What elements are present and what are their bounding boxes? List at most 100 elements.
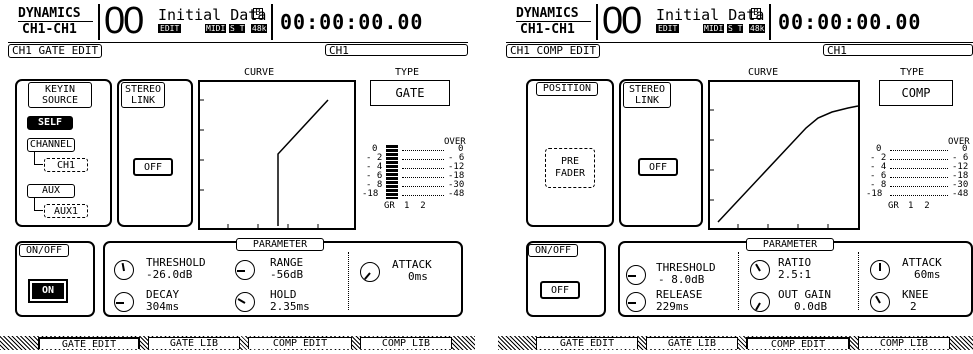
curve-graph (708, 80, 860, 230)
parameter-title: PARAMETER (236, 238, 324, 251)
channel-name-text: CH1 (827, 44, 847, 57)
meter-dots-2 (890, 159, 948, 160)
type-label: TYPE (900, 67, 925, 78)
tab-comp-lib[interactable]: COMP LIB (858, 337, 950, 349)
release-label: RELEASE (656, 288, 703, 301)
range-label: RANGE (270, 256, 304, 269)
release-knob[interactable] (626, 292, 646, 312)
header-rule (506, 42, 973, 43)
meter-dots-5 (402, 186, 444, 187)
onoff-button[interactable]: ON (28, 279, 68, 303)
onoff-button-face: ON (32, 283, 64, 299)
meter-scale-18: -18 (866, 189, 883, 199)
edit-badge: EDIT (656, 24, 680, 33)
threshold-knob[interactable] (114, 260, 134, 280)
threshold-label: THRESHOLD (656, 261, 716, 274)
hold-label: HOLD (270, 288, 297, 301)
tab-gate-lib[interactable]: GATE LIB (148, 337, 240, 349)
meter-scale-18: -18 (362, 189, 379, 199)
type-label: TYPE (395, 67, 420, 78)
stereo-link-button[interactable]: OFF (638, 158, 678, 176)
tab-comp-edit[interactable]: COMP EDIT (746, 337, 850, 350)
attack-value: 60ms (914, 268, 941, 281)
out-gain-knob[interactable] (750, 292, 770, 312)
attack-label: ATTACK (392, 258, 432, 271)
tab-comp-edit[interactable]: COMP EDIT (248, 337, 352, 349)
meter-dots-1 (890, 150, 948, 151)
header-rule (8, 42, 468, 43)
meter-dots-4 (890, 177, 948, 178)
pre-fader-button[interactable]: PRE FADER (545, 148, 595, 188)
rate-badge: 48k (251, 24, 268, 33)
pre-fader-line1: PRE (560, 156, 580, 167)
param-divider (348, 252, 349, 310)
pre-fader-line2: FADER (554, 168, 586, 179)
ratio-knob[interactable] (750, 260, 770, 280)
onoff-title: ON/OFF (19, 244, 69, 257)
attack-label: ATTACK (902, 256, 942, 269)
stereo-link-title: STEREO LINK (623, 82, 671, 108)
page-title-text: CH1 GATE EDIT (12, 44, 99, 57)
hold-knob[interactable] (235, 292, 255, 312)
st-badge: S T (229, 24, 246, 33)
range-knob[interactable] (235, 260, 255, 280)
ratio-label: RATIO (778, 256, 812, 269)
gate-edit-screen: DYNAMICS CH1-CH1 00 Initial Data EDIT B … (0, 0, 475, 354)
type-selector[interactable]: COMP (879, 80, 953, 106)
self-button[interactable]: SELF (27, 116, 73, 130)
curve-graph (198, 80, 356, 230)
gr-meter: OVER 0 - 2 - 4 - 6 - 8 -18 0 - 6 -12 -18… (362, 138, 471, 234)
aux-select[interactable]: AUX1 (44, 204, 88, 218)
stereo-link-button[interactable]: OFF (133, 158, 173, 176)
out-gain-label: OUT GAIN (778, 288, 831, 301)
hold-value: 2.35ms (270, 300, 310, 313)
channel-pair: CH1-CH1 (22, 22, 77, 37)
aux-connector (34, 198, 43, 211)
meter-right-48: -48 (952, 189, 969, 199)
curve-label: CURVE (748, 67, 779, 78)
aux-button[interactable]: AUX (27, 184, 75, 198)
onoff-button[interactable]: OFF (540, 281, 580, 299)
scene-title: Initial Data (158, 6, 267, 24)
attack-knob[interactable] (360, 262, 380, 282)
timecode: 00:00:00.00 (280, 10, 424, 34)
tab-gate-edit[interactable]: GATE EDIT (38, 337, 140, 350)
threshold-label: THRESHOLD (146, 256, 206, 269)
timecode-frame (271, 4, 273, 40)
channel-select[interactable]: CH1 (44, 158, 88, 172)
release-value: 229ms (656, 300, 690, 313)
stereo-title-text: STEREO LINK (124, 84, 162, 106)
page-title: CH1 GATE EDIT (8, 44, 103, 58)
meter-dots-3 (402, 168, 444, 169)
attack-knob[interactable] (870, 260, 890, 280)
tab-gate-lib[interactable]: GATE LIB (646, 337, 738, 349)
keyin-title-text: KEYIN SOURCE (41, 84, 79, 106)
channel-pair: CH1-CH1 (520, 22, 575, 37)
meter-right-48: -48 (448, 189, 465, 199)
ratio-value: 2.5:1 (778, 268, 812, 281)
meter-gr-label: GR (384, 201, 395, 211)
dynamics-title: DYNAMICS (18, 6, 81, 21)
timecode-frame (769, 4, 771, 40)
meter-dots-6 (890, 195, 948, 196)
knee-value: 2 (910, 300, 917, 313)
meter-dots-1 (402, 150, 444, 151)
rate-badge: 48k (749, 24, 766, 33)
channel-button[interactable]: CHANNEL (27, 138, 75, 152)
meter-dots-6 (402, 195, 444, 196)
tab-comp-lib[interactable]: COMP LIB (360, 337, 452, 349)
b-icon: B (253, 8, 263, 19)
header-divider (596, 4, 598, 40)
param-divider (858, 252, 859, 310)
knee-knob[interactable] (870, 292, 890, 312)
decay-knob[interactable] (114, 292, 134, 312)
threshold-knob[interactable] (626, 265, 646, 285)
decay-value: 304ms (146, 300, 180, 313)
meter-dots-5 (890, 186, 948, 187)
meter-dots-2 (402, 159, 444, 160)
tab-gate-edit[interactable]: GATE EDIT (536, 337, 638, 349)
type-selector[interactable]: GATE (370, 80, 450, 106)
position-title: POSITION (536, 82, 598, 96)
page-title-text: CH1 COMP EDIT (510, 44, 597, 57)
range-value: -56dB (270, 268, 304, 281)
